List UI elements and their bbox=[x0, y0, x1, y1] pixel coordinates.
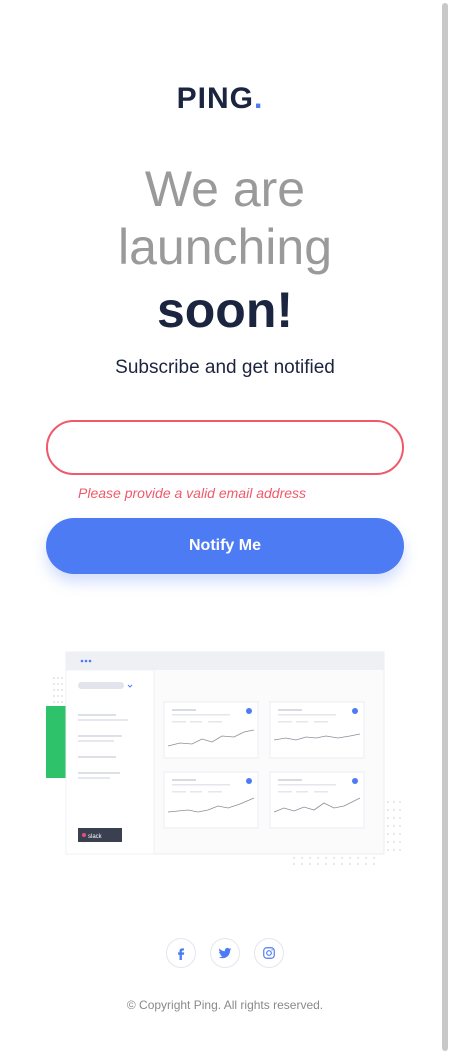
chart-card-1 bbox=[163, 701, 259, 759]
slack-badge-label: slack bbox=[88, 834, 103, 840]
logo: PING. bbox=[0, 82, 440, 116]
headline-line-3: soon! bbox=[156, 282, 294, 338]
dashboard-illustration: slack bbox=[46, 651, 401, 865]
email-input[interactable] bbox=[46, 420, 404, 475]
copyright-text: © Copyright Ping. All rights reserved. bbox=[126, 998, 324, 1012]
green-accent-block bbox=[46, 706, 68, 778]
scrollbar[interactable] bbox=[440, 0, 450, 1057]
chart-card-2 bbox=[269, 701, 365, 759]
dot-pattern-left bbox=[53, 677, 63, 703]
facebook-link[interactable] bbox=[166, 938, 196, 968]
logo-dot: . bbox=[254, 82, 264, 115]
twitter-link[interactable] bbox=[210, 938, 240, 968]
headline-line-2: launching bbox=[117, 219, 333, 275]
instagram-icon bbox=[263, 947, 275, 959]
subtitle: Subscribe and get notified bbox=[115, 357, 335, 378]
notify-me-button[interactable]: Notify Me bbox=[46, 518, 404, 574]
instagram-link[interactable] bbox=[254, 938, 284, 968]
headline-line-1: We are bbox=[144, 161, 306, 217]
chart-card-4 bbox=[269, 771, 365, 829]
facebook-icon bbox=[178, 948, 185, 960]
chart-card-3 bbox=[163, 771, 259, 829]
logo-text: PING bbox=[176, 82, 254, 115]
social-links bbox=[166, 938, 284, 968]
email-error-message: Please provide a valid email address bbox=[78, 485, 307, 501]
twitter-icon bbox=[218, 947, 232, 959]
headline: We are launching soon! bbox=[0, 160, 450, 342]
